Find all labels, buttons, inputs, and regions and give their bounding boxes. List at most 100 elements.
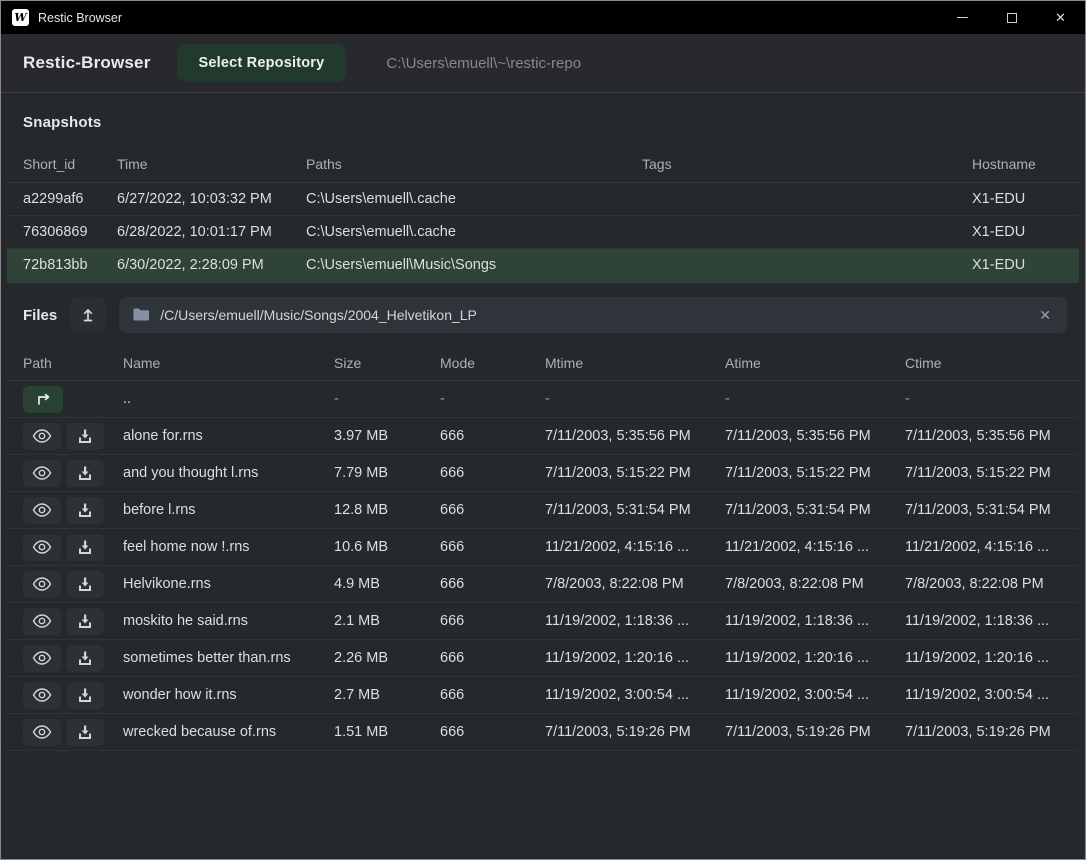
preview-file-button[interactable]	[23, 608, 61, 635]
maximize-icon	[1007, 13, 1017, 23]
maximize-button[interactable]	[987, 1, 1036, 34]
minimize-button[interactable]	[938, 1, 987, 34]
up-from-bar-icon	[79, 306, 97, 324]
download-icon	[77, 688, 93, 703]
file-name: sometimes better than.rns	[123, 650, 334, 666]
download-file-button[interactable]	[66, 497, 104, 524]
column-header-short-id[interactable]: Short_id	[23, 156, 117, 172]
file-ctime: 11/19/2002, 1:20:16 ...	[905, 650, 1063, 666]
file-mode: 666	[440, 724, 545, 740]
column-header-path[interactable]: Path	[23, 355, 123, 371]
file-name: ..	[123, 391, 334, 407]
file-mtime: 7/11/2003, 5:35:56 PM	[545, 428, 725, 444]
file-mode: 666	[440, 465, 545, 481]
clear-icon: ✕	[1039, 307, 1051, 323]
go-up-button[interactable]	[23, 386, 63, 413]
download-file-button[interactable]	[66, 719, 104, 746]
column-header-size[interactable]: Size	[334, 355, 440, 371]
preview-file-button[interactable]	[23, 460, 61, 487]
parent-actions	[23, 386, 123, 413]
file-size: -	[334, 391, 440, 407]
download-file-button[interactable]	[66, 571, 104, 598]
file-mtime: 7/11/2003, 5:19:26 PM	[545, 724, 725, 740]
snapshot-short-id: 76306869	[23, 224, 117, 240]
preview-file-button[interactable]	[23, 423, 61, 450]
files-table: Path Name Size Mode Mtime Atime Ctime ..…	[7, 345, 1079, 751]
snapshot-row[interactable]: 76306869 6/28/2022, 10:01:17 PM C:\Users…	[7, 216, 1079, 249]
file-mode: 666	[440, 613, 545, 629]
preview-file-button[interactable]	[23, 534, 61, 561]
file-mtime: -	[545, 391, 725, 407]
download-file-button[interactable]	[66, 534, 104, 561]
app-header: Restic-Browser Select Repository C:\User…	[1, 34, 1085, 93]
file-actions	[23, 497, 123, 524]
file-mode: 666	[440, 502, 545, 518]
files-heading: Files	[23, 307, 57, 324]
column-header-name[interactable]: Name	[123, 355, 334, 371]
column-header-ctime[interactable]: Ctime	[905, 355, 1063, 371]
download-icon	[77, 577, 93, 592]
download-file-button[interactable]	[66, 608, 104, 635]
eye-icon	[32, 651, 52, 665]
file-mtime: 11/19/2002, 1:18:36 ...	[545, 613, 725, 629]
eye-icon	[32, 429, 52, 443]
preview-file-button[interactable]	[23, 645, 61, 672]
file-ctime: -	[905, 391, 1063, 407]
snapshots-table: Short_id Time Paths Tags Hostname a2299a…	[7, 146, 1079, 283]
file-name: feel home now !.rns	[123, 539, 334, 555]
snapshot-row[interactable]: 72b813bb 6/30/2022, 2:28:09 PM C:\Users\…	[7, 249, 1079, 282]
file-size: 3.97 MB	[334, 428, 440, 444]
eye-icon	[32, 577, 52, 591]
file-mtime: 11/21/2002, 4:15:16 ...	[545, 539, 725, 555]
preview-file-button[interactable]	[23, 497, 61, 524]
download-file-button[interactable]	[66, 460, 104, 487]
file-mtime: 11/19/2002, 1:20:16 ...	[545, 650, 725, 666]
preview-file-button[interactable]	[23, 719, 61, 746]
file-atime: 11/19/2002, 1:18:36 ...	[725, 613, 905, 629]
column-header-mtime[interactable]: Mtime	[545, 355, 725, 371]
file-ctime: 11/21/2002, 4:15:16 ...	[905, 539, 1063, 555]
go-to-root-button[interactable]	[70, 297, 106, 333]
file-mode: 666	[440, 576, 545, 592]
file-actions	[23, 423, 123, 450]
file-size: 2.26 MB	[334, 650, 440, 666]
file-mtime: 7/11/2003, 5:31:54 PM	[545, 502, 725, 518]
file-name: wonder how it.rns	[123, 687, 334, 703]
file-mode: 666	[440, 428, 545, 444]
column-header-tags[interactable]: Tags	[642, 156, 972, 172]
close-button[interactable]: ✕	[1036, 1, 1085, 34]
current-path-field[interactable]: /C/Users/emuell/Music/Songs/2004_Helveti…	[119, 297, 1067, 333]
file-row: alone for.rns 3.97 MB 666 7/11/2003, 5:3…	[7, 418, 1079, 455]
file-ctime: 7/8/2003, 8:22:08 PM	[905, 576, 1063, 592]
folder-icon	[133, 308, 150, 322]
file-name: Helvikone.rns	[123, 576, 334, 592]
download-icon	[77, 503, 93, 518]
download-file-button[interactable]	[66, 682, 104, 709]
column-header-paths[interactable]: Paths	[306, 156, 642, 172]
preview-file-button[interactable]	[23, 682, 61, 709]
column-header-mode[interactable]: Mode	[440, 355, 545, 371]
select-repository-button[interactable]: Select Repository	[177, 44, 347, 82]
file-name: before l.rns	[123, 502, 334, 518]
download-file-button[interactable]	[66, 645, 104, 672]
file-atime: 11/21/2002, 4:15:16 ...	[725, 539, 905, 555]
snapshot-row[interactable]: a2299af6 6/27/2022, 10:03:32 PM C:\Users…	[7, 183, 1079, 216]
preview-file-button[interactable]	[23, 571, 61, 598]
snapshot-paths: C:\Users\emuell\Music\Songs	[306, 257, 642, 273]
download-icon	[77, 540, 93, 555]
download-icon	[77, 466, 93, 481]
column-header-atime[interactable]: Atime	[725, 355, 905, 371]
file-atime: -	[725, 391, 905, 407]
file-atime: 7/11/2003, 5:15:22 PM	[725, 465, 905, 481]
clear-path-button[interactable]: ✕	[1037, 307, 1053, 324]
file-actions	[23, 460, 123, 487]
download-icon	[77, 725, 93, 740]
column-header-hostname[interactable]: Hostname	[972, 156, 1063, 172]
files-bar: Files /C/Users/emuell/Music/Songs/2004_H…	[1, 283, 1085, 345]
file-ctime: 7/11/2003, 5:15:22 PM	[905, 465, 1063, 481]
file-name: alone for.rns	[123, 428, 334, 444]
titlebar: W Restic Browser ✕	[1, 1, 1085, 34]
column-header-time[interactable]: Time	[117, 156, 306, 172]
file-ctime: 11/19/2002, 1:18:36 ...	[905, 613, 1063, 629]
download-file-button[interactable]	[66, 423, 104, 450]
